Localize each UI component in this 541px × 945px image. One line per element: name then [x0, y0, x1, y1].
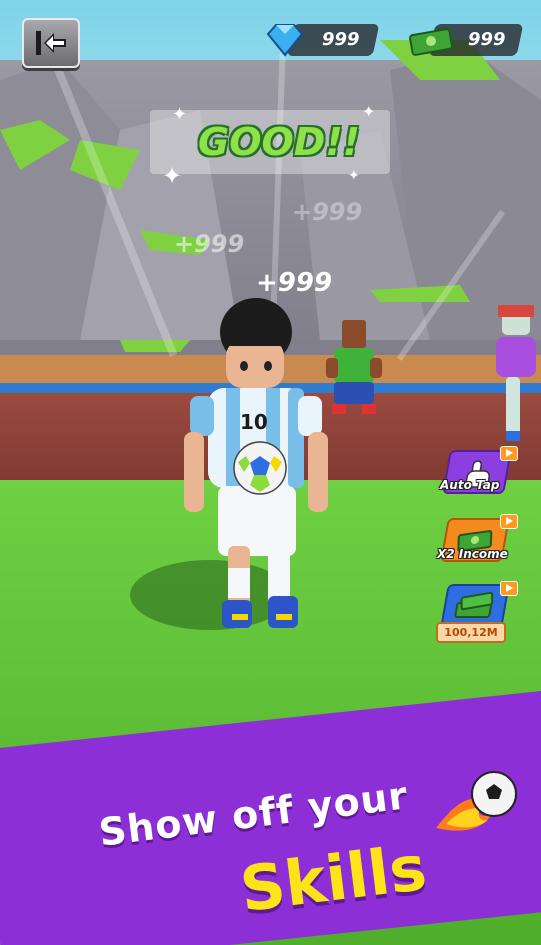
video-ad-icon [500, 581, 518, 596]
video-ad-icon [500, 446, 518, 461]
cash-pile-icon [454, 591, 494, 618]
cash-stack-icon [409, 28, 453, 56]
video-ad-icon [500, 514, 518, 529]
cash-price-label: 100,12M [436, 622, 506, 643]
cash-value: 999 [468, 29, 506, 50]
jersey-number: 10 [240, 410, 268, 434]
score-popup: +999 [174, 230, 245, 258]
sparkle-icon: ✦ [362, 102, 376, 121]
sparkle-icon: ✦ [172, 104, 188, 125]
score-popup: +999 [256, 268, 333, 298]
back-arrow-icon [36, 31, 66, 55]
flaming-ball-icon [436, 771, 517, 831]
back-button[interactable] [22, 18, 80, 68]
soccer-ball[interactable] [232, 440, 288, 496]
sparkle-icon: ✦ [348, 168, 360, 184]
sparkle-icon: ✦ [162, 162, 183, 190]
game-scene[interactable]: 10 GOOD!! ✦ ✦ ✦ ✦ +999 +999 +999 999 999 [0, 0, 541, 945]
x2-income-label: X2 Income [437, 547, 508, 561]
auto-tap-label: Auto Tap [440, 478, 500, 492]
diamond-icon [266, 24, 304, 57]
score-popup: +999 [292, 198, 363, 226]
spectator-purple [496, 305, 536, 441]
rating-text: GOOD!! [198, 120, 361, 164]
gems-value: 999 [322, 29, 360, 50]
